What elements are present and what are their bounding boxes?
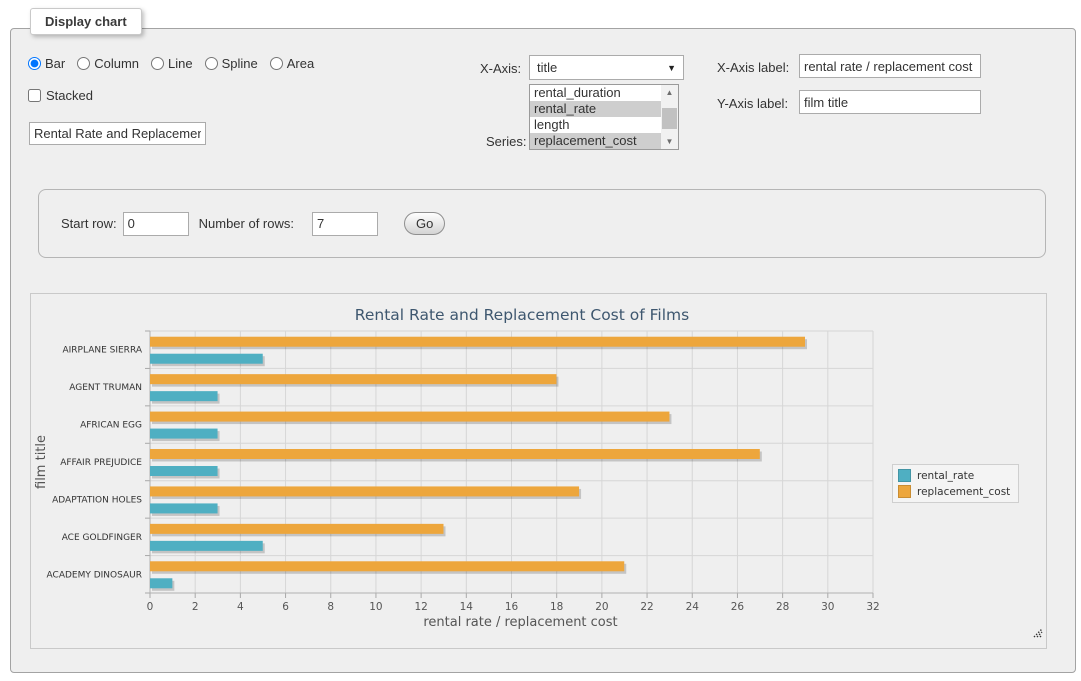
category-label: AIRPLANE SIERRA (62, 346, 142, 356)
x-tick-label: 22 (640, 601, 653, 613)
scrollbar-thumb[interactable] (662, 108, 677, 129)
x-tick-label: 26 (731, 601, 745, 613)
y-axis-label-field-label: Y-Axis label: (717, 96, 788, 111)
bar-replacement_cost[interactable] (150, 374, 556, 384)
stacked-checkbox[interactable] (28, 89, 41, 102)
legend-item-rental_rate[interactable]: rental_rate (898, 469, 1010, 482)
legend-label: replacement_cost (917, 486, 1010, 498)
chart-title-input[interactable] (29, 122, 206, 145)
x-tick-label: 20 (595, 601, 608, 613)
fieldset-legend-title: Display chart (30, 8, 142, 35)
chart-type-radio-group: Bar Column Line Spline Area (28, 56, 314, 71)
series-listbox-label: Series: (486, 134, 526, 149)
chart-type-option-column[interactable]: Column (77, 56, 139, 71)
bar-replacement_cost[interactable] (150, 486, 579, 496)
chart-type-option-area[interactable]: Area (270, 56, 314, 71)
start-row-input[interactable] (123, 212, 189, 236)
row-range-panel: Start row: Number of rows: Go (38, 189, 1046, 258)
series-listbox[interactable]: rental_durationrental_ratelengthreplacem… (529, 84, 679, 150)
scroll-up-icon[interactable]: ▲ (661, 85, 678, 100)
x-tick-label: 2 (192, 601, 199, 613)
x-tick-label: 6 (282, 601, 289, 613)
stacked-label: Stacked (46, 88, 93, 103)
x-tick-label: 30 (821, 601, 834, 613)
chart-type-option-spline[interactable]: Spline (205, 56, 258, 71)
x-tick-label: 24 (686, 601, 700, 613)
chart-title: Rental Rate and Replacement Cost of Film… (355, 306, 689, 324)
bar-rental_rate[interactable] (150, 578, 172, 588)
chart-type-label: Area (287, 56, 314, 71)
chart-type-label: Column (94, 56, 139, 71)
x-tick-label: 12 (414, 601, 427, 613)
category-label: ACADEMY DINOSAUR (47, 570, 142, 580)
x-tick-label: 8 (327, 601, 334, 613)
stacked-option: Stacked (28, 88, 93, 103)
category-label: AGENT TRUMAN (69, 383, 142, 393)
series-options: rental_durationrental_ratelengthreplacem… (530, 85, 661, 149)
bar-rental_rate[interactable] (150, 429, 218, 439)
x-tick-label: 16 (505, 601, 519, 613)
chart-container: 02468101214161820222426283032AIRPLANE SI… (30, 293, 1047, 649)
x-tick-label: 4 (237, 601, 244, 613)
resize-grip-icon[interactable] (1032, 627, 1043, 638)
category-label: ADAPTATION HOLES (52, 495, 142, 505)
chart-type-label: Bar (45, 56, 65, 71)
x-axis-select-label: X-Axis: (480, 61, 521, 76)
chart-type-label: Line (168, 56, 193, 71)
category-label: ACE GOLDFINGER (62, 533, 142, 543)
legend-swatch-icon (898, 485, 911, 498)
x-tick-label: 10 (369, 601, 382, 613)
bar-rental_rate[interactable] (150, 503, 218, 513)
number-of-rows-input[interactable] (312, 212, 378, 236)
bar-rental_rate[interactable] (150, 541, 263, 551)
chart-type-radio[interactable] (77, 57, 90, 70)
x-tick-label: 28 (776, 601, 789, 613)
bar-rental_rate[interactable] (150, 354, 263, 364)
legend-item-replacement_cost[interactable]: replacement_cost (898, 485, 1010, 498)
chart-type-option-line[interactable]: Line (151, 56, 193, 71)
category-label: AFFAIR PREJUDICE (60, 458, 142, 468)
x-tick-label: 32 (866, 601, 879, 613)
category-label: AFRICAN EGG (80, 421, 142, 431)
chart-type-radio[interactable] (151, 57, 164, 70)
chart-legend: rental_rate replacement_cost (892, 464, 1019, 503)
chart-type-radio[interactable] (270, 57, 283, 70)
series-option[interactable]: length (530, 117, 661, 133)
x-tick-label: 18 (550, 601, 563, 613)
bar-replacement_cost[interactable] (150, 337, 805, 347)
x-axis-title: rental rate / replacement cost (423, 615, 617, 630)
bar-replacement_cost[interactable] (150, 412, 669, 422)
chart-type-radio[interactable] (205, 57, 218, 70)
series-option[interactable]: rental_rate (530, 101, 661, 117)
bar-replacement_cost[interactable] (150, 561, 624, 571)
x-axis-label-field-label: X-Axis label: (717, 60, 789, 75)
go-button[interactable]: Go (404, 212, 445, 235)
chart-type-option-bar[interactable]: Bar (28, 56, 65, 71)
y-axis-title: film title (34, 435, 49, 489)
x-tick-label: 0 (147, 601, 154, 613)
y-axis-label-input[interactable] (799, 90, 981, 114)
bar-rental_rate[interactable] (150, 466, 218, 476)
series-option[interactable]: rental_duration (530, 85, 661, 101)
bar-rental_rate[interactable] (150, 391, 218, 401)
chart-type-radio[interactable] (28, 57, 41, 70)
start-row-label: Start row: (61, 216, 117, 231)
legend-label: rental_rate (917, 470, 974, 482)
x-axis-label-input[interactable] (799, 54, 981, 78)
x-axis-selected-value: title (537, 60, 557, 75)
bar-replacement_cost[interactable] (150, 524, 443, 534)
listbox-scrollbar[interactable]: ▲ ▼ (661, 85, 678, 149)
scroll-down-icon[interactable]: ▼ (661, 134, 678, 149)
chevron-down-icon: ▼ (667, 63, 676, 73)
number-of-rows-label: Number of rows: (199, 216, 294, 231)
series-option[interactable]: replacement_cost (530, 133, 661, 149)
legend-swatch-icon (898, 469, 911, 482)
x-axis-select[interactable]: title ▼ (529, 55, 684, 80)
bar-replacement_cost[interactable] (150, 449, 760, 459)
x-tick-label: 14 (460, 601, 474, 613)
chart-type-label: Spline (222, 56, 258, 71)
